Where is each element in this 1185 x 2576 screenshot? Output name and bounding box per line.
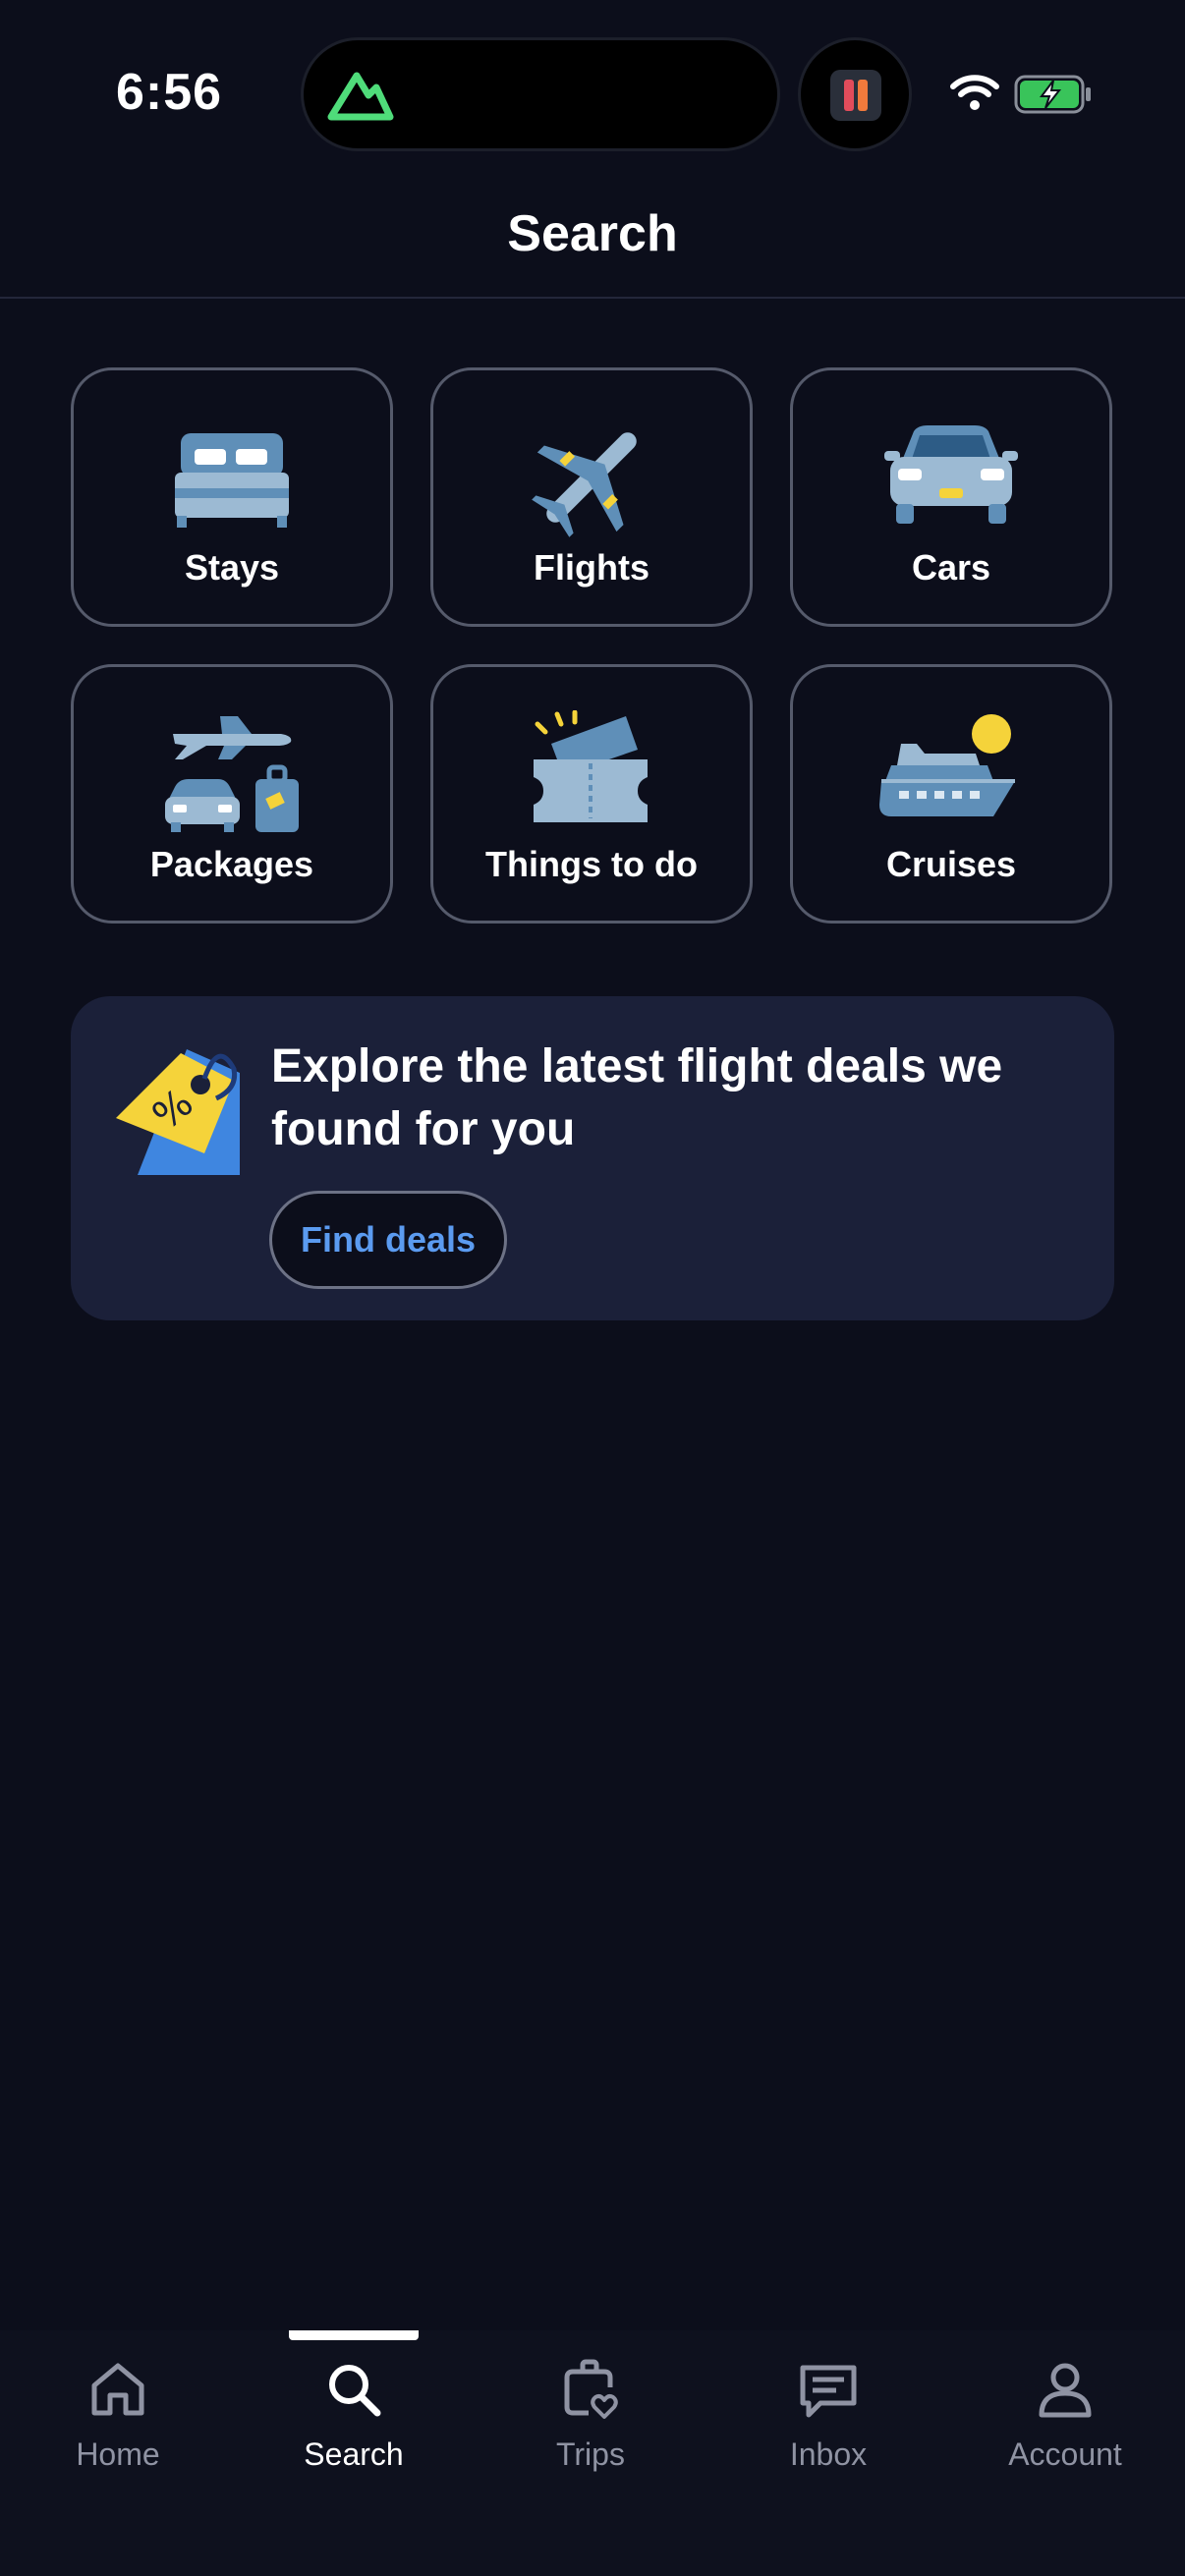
app-thumbnail-icon [830, 70, 881, 121]
packages-tile[interactable]: Packages [71, 664, 393, 924]
find-deals-button[interactable]: Find deals [269, 1191, 507, 1289]
packages-label: Packages [149, 844, 314, 884]
things-to-do-tile[interactable]: Things to do [430, 664, 753, 924]
status-bar: 6:56 [0, 0, 1185, 177]
price-tag-icon: % [116, 1049, 240, 1175]
tab-inbox-label: Inbox [789, 2436, 868, 2472]
stays-tile[interactable]: Stays [71, 367, 393, 627]
dynamic-island [301, 37, 780, 151]
bottom-tab-bar: Home Search Trips Inbox Account [0, 2330, 1185, 2576]
flights-tile[interactable]: Flights [430, 367, 753, 627]
promo-headline: Explore the latest flight deals we found… [271, 1040, 1003, 1155]
tab-account[interactable]: Account [947, 2330, 1183, 2576]
tab-home-label: Home [76, 2436, 160, 2472]
car-icon [884, 425, 1018, 524]
cruise-ship-icon [879, 714, 1015, 816]
tab-trips[interactable]: Trips [473, 2330, 708, 2576]
home-icon [91, 2363, 144, 2416]
cruises-label: Cruises [885, 844, 1017, 884]
status-time: 6:56 [116, 64, 223, 121]
tab-inbox[interactable]: Inbox [710, 2330, 946, 2576]
account-icon [1039, 2363, 1092, 2418]
stays-label: Stays [184, 547, 280, 588]
battery-charging-icon [1014, 75, 1091, 114]
flight-deals-card: % Explore the latest flight deals we fou… [71, 996, 1114, 1320]
active-tab-indicator [289, 2330, 419, 2340]
bed-icon [175, 433, 289, 528]
trips-icon [564, 2359, 618, 2419]
inbox-icon [800, 2365, 857, 2418]
cars-label: Cars [911, 547, 991, 588]
cruises-tile[interactable]: Cruises [790, 664, 1112, 924]
things-to-do-label: Things to do [485, 844, 698, 884]
page-title: Search [507, 205, 678, 262]
tab-search-label: Search [304, 2436, 404, 2472]
airplane-icon [532, 432, 637, 537]
tab-home[interactable]: Home [0, 2330, 236, 2576]
package-icon [165, 716, 299, 832]
tab-trips-label: Trips [556, 2436, 625, 2472]
ticket-icon [534, 710, 648, 822]
tab-search[interactable]: Search [236, 2330, 472, 2576]
wifi-icon [950, 75, 999, 110]
search-icon [329, 2365, 381, 2417]
mountain-app-icon [327, 72, 394, 121]
live-activity [798, 37, 912, 151]
page-header: Search [0, 177, 1185, 299]
cars-tile[interactable]: Cars [790, 367, 1112, 627]
flights-label: Flights [534, 547, 649, 588]
tab-account-label: Account [1008, 2436, 1122, 2472]
